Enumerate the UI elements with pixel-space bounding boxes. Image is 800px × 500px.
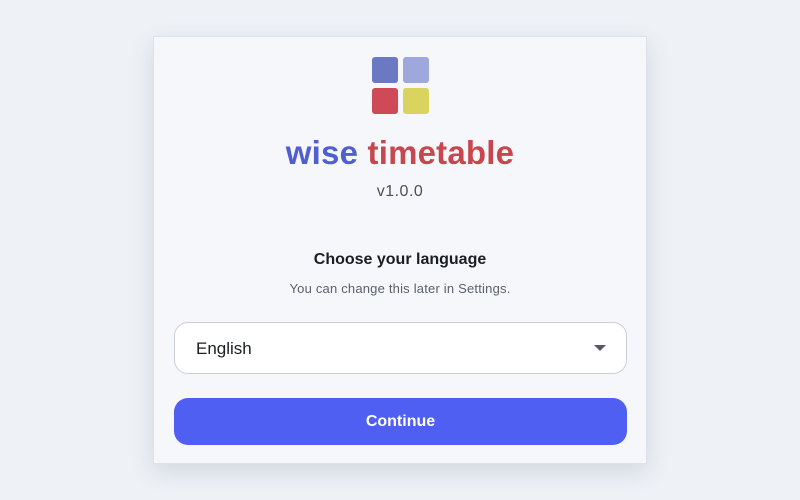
language-subtext: You can change this later in Settings. <box>289 281 511 296</box>
app-name-word-2: timetable <box>367 134 515 171</box>
language-select-value: English <box>196 339 252 358</box>
logo-square-bottom-left <box>372 88 398 114</box>
app-logo <box>372 57 430 115</box>
logo-square-bottom-right <box>403 88 429 114</box>
language-heading: Choose your language <box>313 251 487 268</box>
logo-square-top-right <box>403 57 429 83</box>
chevron-down-icon <box>594 345 606 351</box>
continue-button[interactable]: Continue <box>174 398 627 445</box>
app-name: wise timetable <box>154 133 646 173</box>
logo-square-top-left <box>372 57 398 83</box>
app-name-word-1: wise <box>285 134 359 171</box>
language-select[interactable]: English <box>174 322 627 374</box>
welcome-card: wise timetable v1.0.0 Choose your langua… <box>153 36 647 464</box>
app-version: v1.0.0 <box>376 183 424 200</box>
